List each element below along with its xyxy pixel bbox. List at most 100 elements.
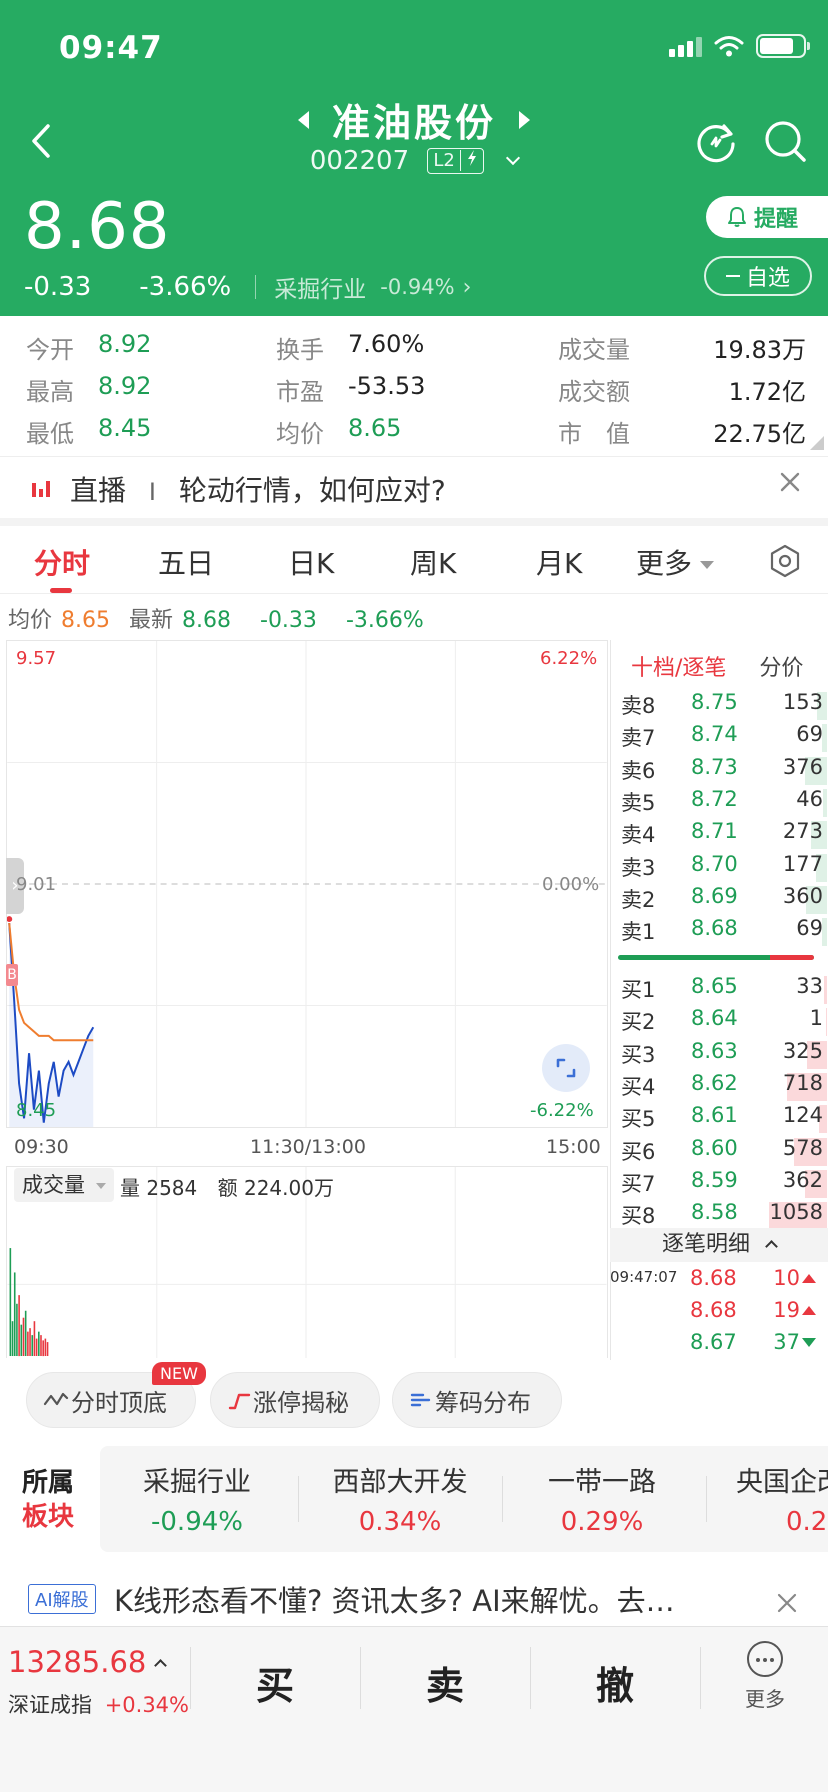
industry-name[interactable]: 采掘行业 xyxy=(274,270,366,304)
level-qty: 273 xyxy=(782,819,823,844)
limit-up-secrets-button[interactable]: 涨停揭秘 xyxy=(210,1372,380,1428)
arrow-down-icon xyxy=(802,1338,816,1347)
sector-item[interactable]: 央国企改 0.21% xyxy=(736,1460,828,1537)
more-button[interactable]: 更多 xyxy=(740,1641,790,1712)
bid-level-1[interactable]: 买1 8.65 33 xyxy=(621,974,827,1006)
bid-level-2[interactable]: 买2 8.64 1 xyxy=(621,1006,827,1038)
sector-label: 所属 板块 xyxy=(22,1468,75,1532)
tab-price-distribution[interactable]: 分价 xyxy=(759,656,803,681)
live-bars-icon xyxy=(32,481,50,497)
chip-bars-icon xyxy=(410,1393,431,1407)
expand-corner-icon[interactable] xyxy=(810,436,824,450)
chevron-right-icon[interactable]: › xyxy=(463,275,472,300)
new-badge: NEW xyxy=(152,1362,206,1385)
refresh-icon[interactable] xyxy=(694,120,738,164)
cancel-order-button[interactable]: 撤 xyxy=(596,1655,634,1710)
buy-button[interactable]: 买 xyxy=(256,1655,294,1710)
y-axis-mid: 9.01 xyxy=(16,874,57,895)
ask-level-2[interactable]: 卖2 8.69 360 xyxy=(621,884,827,916)
live-text: 直播 I 轮动行情，如何应对? xyxy=(70,474,446,507)
add-favorite-button[interactable]: 自选 xyxy=(704,256,812,296)
settings-hex-icon[interactable] xyxy=(768,544,802,578)
time-label-noon: 11:30/13:00 xyxy=(250,1136,366,1158)
tab-intraday[interactable]: 分时 xyxy=(34,542,90,582)
chevron-down-icon[interactable] xyxy=(506,150,521,166)
section-gap xyxy=(0,518,828,526)
bid-level-6[interactable]: 买6 8.60 578 xyxy=(621,1136,827,1168)
volume-bar xyxy=(11,1321,14,1357)
volume-bar xyxy=(823,788,827,817)
level-price: 8.70 xyxy=(691,851,738,876)
ask-level-4[interactable]: 卖4 8.71 273 xyxy=(621,819,827,851)
level-qty: 362 xyxy=(782,1167,823,1192)
bid-ask-ratio-bar xyxy=(618,955,814,960)
close-icon[interactable] xyxy=(776,1592,798,1614)
chart-grid xyxy=(7,641,607,1127)
sector-item[interactable]: 西部大开发 0.34% xyxy=(310,1460,490,1537)
tab-weekly-k[interactable]: 周K xyxy=(410,542,456,582)
chip-distribution-button[interactable]: 筹码分布 xyxy=(392,1372,562,1428)
next-stock-icon[interactable] xyxy=(519,110,531,129)
level-label: 卖2 xyxy=(621,887,656,912)
stat-open: 今开 8.92 xyxy=(26,330,152,364)
stat-avg: 均价 8.65 xyxy=(276,414,402,448)
close-icon[interactable] xyxy=(778,470,802,494)
sector-item[interactable]: 一带一路 0.29% xyxy=(518,1460,686,1537)
arrow-up-icon xyxy=(802,1274,816,1283)
industry-pct[interactable]: -0.94% xyxy=(380,275,454,299)
volume-bar xyxy=(13,1272,16,1357)
pct-axis-top: 6.22% xyxy=(540,648,598,669)
l2-label: L2 xyxy=(428,150,461,171)
search-icon[interactable] xyxy=(762,118,808,164)
sector-divider xyxy=(502,1476,503,1522)
status-time: 09:47 xyxy=(59,30,163,66)
bid-level-3[interactable]: 买3 8.63 325 xyxy=(621,1039,827,1071)
index-name-line: 深证成指 +0.34% xyxy=(8,1693,189,1717)
tab-daily-k[interactable]: 日K xyxy=(288,542,334,582)
prev-stock-icon[interactable] xyxy=(297,110,309,129)
stat-market-cap: 市 值 22.75亿 xyxy=(558,420,806,448)
level-qty: 153 xyxy=(782,690,823,714)
stat-turnover: 换手 7.60% xyxy=(276,330,425,364)
sector-clip: 央国企改 0.21% xyxy=(712,1446,828,1552)
stat-volume: 成交量 19.83万 xyxy=(558,336,806,364)
ask-level-1[interactable]: 卖1 8.68 69 xyxy=(621,916,827,948)
ask-level-3[interactable]: 卖3 8.70 177 xyxy=(621,852,827,884)
tab-monthly-k[interactable]: 月K xyxy=(536,542,582,582)
tick-time: 09:47:07 xyxy=(610,1268,678,1286)
bottom-trade-bar: 13285.68 深证成指 +0.34% 买 卖 撤 更多 xyxy=(0,1626,828,1792)
tab-five-day[interactable]: 五日 xyxy=(158,542,214,582)
more-dots-icon xyxy=(747,1641,783,1677)
volume-summary: 量 2584 额 224.00万 xyxy=(120,1176,334,1200)
volume-bar xyxy=(33,1321,36,1357)
ask-level-8[interactable]: 卖8 8.75 153 xyxy=(621,690,827,722)
level-label: 买5 xyxy=(621,1107,656,1132)
level-label: 买2 xyxy=(621,1010,656,1035)
volume-selector[interactable]: 成交量 xyxy=(14,1168,114,1202)
buy-marker[interactable]: B xyxy=(6,964,18,986)
remind-button[interactable]: 提醒 xyxy=(706,196,828,238)
ai-banner[interactable]: AI解股 K线形态看不懂? 资讯太多? AI来解忧。去… xyxy=(0,1576,828,1626)
divider xyxy=(530,1647,531,1709)
ask-level-5[interactable]: 卖5 8.72 46 xyxy=(621,787,827,819)
bid-level-4[interactable]: 买4 8.62 718 xyxy=(621,1071,827,1103)
l2-badge[interactable]: L2 xyxy=(427,147,484,174)
sector-item[interactable]: 采掘行业 -0.94% xyxy=(122,1460,272,1537)
tab-level10[interactable]: 十档/逐笔 xyxy=(631,656,726,681)
bid-level-7[interactable]: 买7 8.59 362 xyxy=(621,1168,827,1200)
bid-level-5[interactable]: 买5 8.61 124 xyxy=(621,1103,827,1135)
price-series xyxy=(7,916,95,1127)
stat-high: 最高 8.92 xyxy=(26,372,152,406)
volume-bar xyxy=(35,1338,38,1357)
zoom-button[interactable] xyxy=(542,1044,590,1092)
live-banner[interactable]: 直播 I 轮动行情，如何应对? xyxy=(0,456,828,518)
ask-level-6[interactable]: 卖6 8.73 376 xyxy=(621,755,827,787)
sell-button[interactable]: 卖 xyxy=(426,1655,464,1710)
index-ticker[interactable]: 13285.68 xyxy=(8,1645,168,1679)
tick-detail-header[interactable]: 逐笔明细 xyxy=(610,1228,828,1262)
volume-bar xyxy=(40,1335,42,1357)
ask-level-7[interactable]: 卖7 8.74 69 xyxy=(621,722,827,754)
tab-more[interactable]: 更多 xyxy=(636,542,715,582)
intraday-price-chart[interactable] xyxy=(6,640,608,1128)
level-qty: 718 xyxy=(782,1070,823,1095)
